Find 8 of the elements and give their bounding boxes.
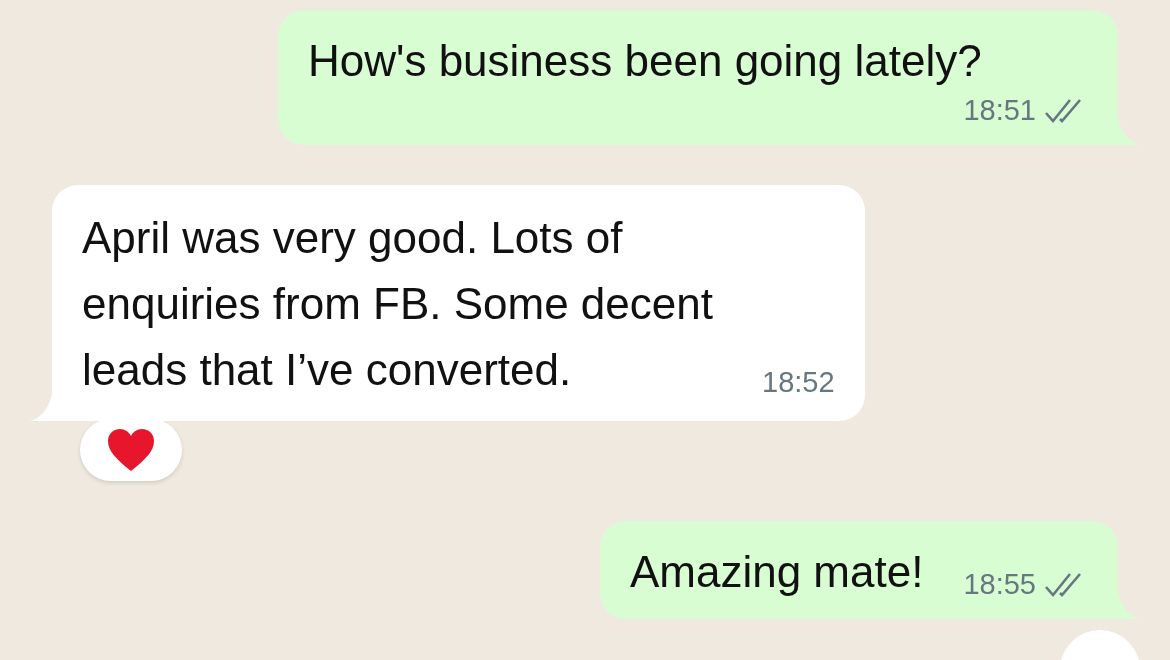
message-time: 18:52 — [762, 366, 835, 399]
message-text: April was very good. Lots of enquiries from FB. Some decent leads that I’ve converted. — [82, 212, 714, 396]
message-text: How's business been going lately? — [308, 35, 982, 87]
message-text: Amazing mate! — [629, 546, 924, 598]
heart-icon — [106, 427, 156, 473]
message-time: 18:55 — [963, 568, 1036, 601]
reaction-badge[interactable] — [80, 419, 182, 481]
message-time: 18:51 — [963, 94, 1036, 127]
